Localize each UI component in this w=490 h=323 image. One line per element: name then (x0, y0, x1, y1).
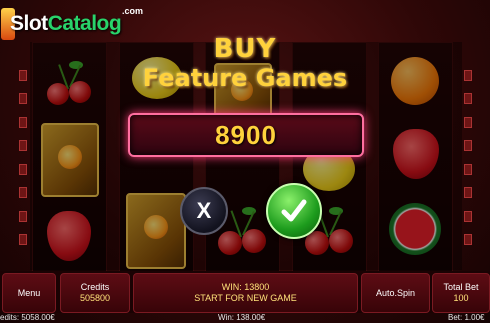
confirm-buy-button[interactable] (266, 183, 322, 239)
payline-marker (19, 93, 27, 104)
credits-display: Credits 505800 (60, 273, 130, 313)
logo-highlight: Catalog (47, 12, 122, 35)
payline-marker (464, 93, 472, 104)
payline-marker (19, 164, 27, 175)
payline-marker (19, 70, 27, 81)
payline-marker (19, 234, 27, 245)
payline-marker (464, 140, 472, 151)
total-bet-value: 100 (453, 293, 469, 303)
menu-button[interactable]: Menu (2, 273, 56, 313)
payline-marker (19, 140, 27, 151)
buy-title-line2: Feature Games (142, 64, 348, 92)
buy-title-line1: BUY (213, 34, 277, 64)
payline-marker (464, 117, 472, 128)
payline-marker (19, 187, 27, 198)
footer-credits: edits: 5058.00€ (0, 313, 55, 322)
payline-marker (464, 234, 472, 245)
logo-suffix: .com (122, 6, 144, 16)
buy-feature-title: BUY Feature Games (100, 36, 390, 90)
autospin-label: Auto.Spin (375, 287, 416, 298)
credits-label: Credits (80, 282, 110, 292)
feature-price-box: 8900 (128, 113, 364, 157)
close-icon: X (196, 198, 212, 223)
menu-label: Menu (17, 287, 41, 298)
slot-game-screen: SlotCatalog .com BUY Feature Games 8900 … (0, 0, 490, 323)
credits-value: 505800 (79, 293, 111, 303)
footer-bet: Bet: 1.00€ (448, 313, 485, 322)
start-new-game-text: START FOR NEW GAME (194, 293, 297, 303)
feature-price-value: 8900 (215, 119, 277, 150)
payline-marker (464, 187, 472, 198)
total-bet-button[interactable]: Total Bet 100 (432, 273, 490, 313)
win-amount-text: WIN: 13800 (221, 282, 270, 292)
cancel-buy-button[interactable]: X (180, 187, 228, 235)
win-display: WIN: 13800 START FOR NEW GAME (133, 273, 358, 313)
total-bet-label: Total Bet (443, 282, 479, 292)
payline-marker (19, 211, 27, 222)
payline-marker (464, 211, 472, 222)
payline-marker (464, 70, 472, 81)
payline-marker (464, 164, 472, 175)
logo-prefix: Slot (10, 12, 48, 35)
checkmark-icon (281, 199, 307, 222)
autospin-button[interactable]: Auto.Spin (361, 273, 430, 313)
footer-win: Win: 138.00€ (218, 313, 266, 322)
payline-marker (19, 117, 27, 128)
